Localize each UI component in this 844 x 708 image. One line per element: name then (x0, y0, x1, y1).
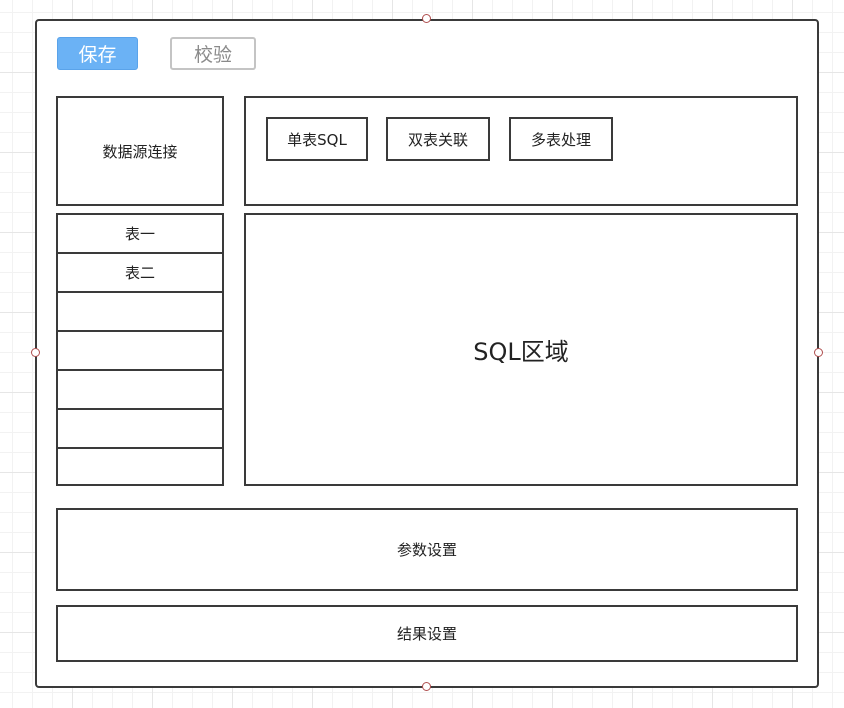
sql-editor-area[interactable]: SQL区域 (244, 213, 798, 486)
tab-multi-table-processing[interactable]: 多表处理 (509, 117, 613, 161)
table-list-item[interactable] (58, 371, 222, 410)
table-list-item[interactable] (58, 332, 222, 371)
table-list: 表一 表二 (56, 213, 224, 486)
datasource-label: 数据源连接 (102, 142, 178, 161)
table-list-item[interactable] (58, 293, 222, 332)
resize-handle-right[interactable] (814, 348, 823, 357)
save-button[interactable]: 保存 (57, 37, 138, 70)
result-settings-panel[interactable]: 结果设置 (56, 605, 798, 662)
resize-handle-left[interactable] (31, 348, 40, 357)
result-settings-label: 结果设置 (396, 625, 457, 643)
datasource-connection-panel[interactable]: 数据源连接 (56, 96, 224, 206)
table-list-item[interactable]: 表二 (58, 254, 222, 293)
parameter-settings-label: 参数设置 (396, 541, 457, 559)
table-list-item[interactable] (58, 449, 222, 484)
table-list-item[interactable]: 表一 (58, 215, 222, 254)
resize-handle-bottom[interactable] (422, 682, 431, 691)
tab-two-table-join[interactable]: 双表关联 (386, 117, 490, 161)
resize-handle-top[interactable] (422, 14, 431, 23)
table-list-item[interactable] (58, 410, 222, 449)
parameter-settings-panel[interactable]: 参数设置 (56, 508, 798, 591)
sql-area-label: SQL区域 (473, 338, 569, 366)
tab-single-table-sql[interactable]: 单表SQL (266, 117, 368, 161)
validate-button[interactable]: 校验 (170, 37, 256, 70)
